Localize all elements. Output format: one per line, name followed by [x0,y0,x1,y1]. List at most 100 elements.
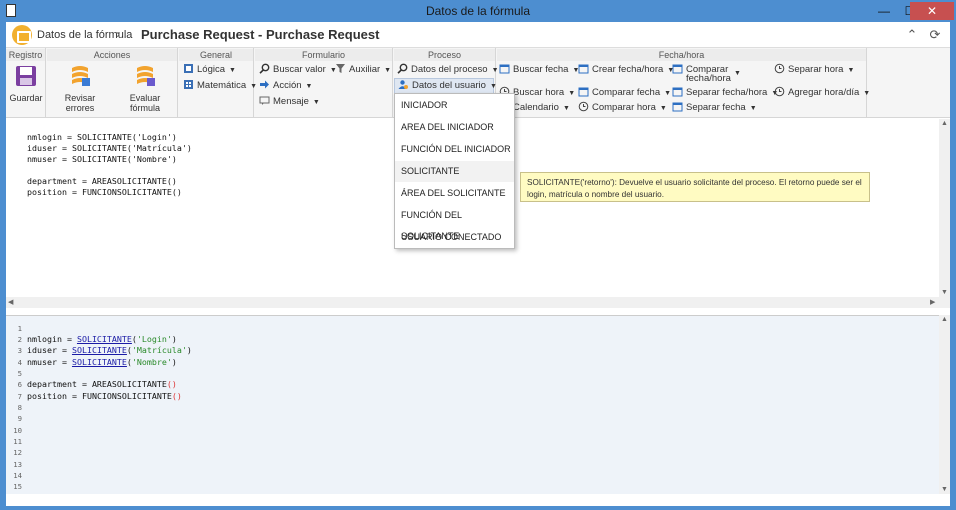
caret-down-icon: ▼ [305,83,313,90]
logic-icon [184,64,193,73]
save-label: Guardar [9,93,43,103]
menu-item-area-iniciador[interactable]: AREA DEL INICIADOR [395,117,514,138]
code-function[interactable]: SOLICITANTE [77,334,132,344]
auxiliar-label: Auxiliar [349,64,381,75]
title-bar: Datos de la fórmula — ☐ ✕ [0,0,956,22]
message-dropdown[interactable]: Mensaje ▼ [259,95,320,109]
menu-item-solicitante[interactable]: SOLICITANTE [395,161,514,182]
filter-icon [336,64,345,73]
group-fechahora: Fecha/hora Buscar fecha ▼ Crear fecha/hor… [497,48,870,118]
save-button[interactable]: Guardar [8,64,44,103]
code-line: nmuser = SOLICITANTE('Nombre') [27,357,177,367]
group-acciones: Acciones Revisar errores Evaluar fórmula [47,48,178,118]
search-value-dropdown[interactable]: Buscar valor ▼ [259,63,337,77]
menu-item-funcion-solicitante[interactable]: FUNCIÓN DEL SOLICITANTE [395,205,514,241]
code-var: iduser = [27,345,72,355]
group-registro: Registro Guardar [6,48,46,118]
line-number: 3 [17,346,22,355]
caret-down-icon: ▼ [847,67,855,74]
user-data-label: Datos del usuario [412,80,486,91]
scroll-up-icon[interactable]: ▲ [941,120,948,127]
calendar-icon [672,102,683,112]
menu-item-iniciador[interactable]: INICIADOR [395,95,514,116]
window-title: Datos de la fórmula [425,4,531,18]
process-data-dropdown[interactable]: Datos del proceso ▼ [397,63,499,77]
code-paren: () [171,391,182,401]
action-label: Acción [273,80,302,91]
line-number: 2 [17,335,22,344]
separate-datetime-label: Separar fecha/hora [686,87,768,98]
code-line: position = FUNCIONSOLICITANTE() [27,391,182,401]
code-paren: ) [171,357,177,367]
caret-down-icon: ▼ [562,105,570,112]
calculator-icon [184,80,193,89]
code-var: nmuser = [27,357,72,367]
scroll-down-icon[interactable]: ▼ [941,289,948,296]
code-function[interactable]: SOLICITANTE [72,357,127,367]
compare-date-dropdown[interactable]: Comparar fecha ▼ [578,86,671,100]
close-button[interactable]: ✕ [910,2,954,20]
separate-datetime-dropdown[interactable]: Separar fecha/hora ▼ [672,86,778,100]
review-errors-button[interactable]: Revisar errores [51,64,109,113]
save-icon [16,66,36,86]
menu-item-usuario-conectado[interactable]: USUARIO CONECTADO [395,227,514,248]
scroll-left-icon[interactable]: ◀ [8,298,13,306]
caret-down-icon: ▼ [664,90,672,97]
vertical-scrollbar[interactable]: ▲ ▼ [939,119,950,297]
evaluate-formula-icon [137,66,155,86]
code-function: FUNCIONSOLICITANTE [81,391,172,401]
scroll-up-icon[interactable]: ▲ [941,316,948,323]
separate-hour-dropdown[interactable]: Separar hora ▼ [774,63,854,77]
code-line: department = AREASOLICITANTE() [27,176,177,186]
code-string: 'Matrícula' [131,345,187,355]
code-var: department = [27,379,92,389]
code-string: 'Nombre' [131,357,172,367]
menu-item-area-solicitante[interactable]: ÁREA DEL SOLICITANTE [395,183,514,204]
compare-hour-dropdown[interactable]: Comparar hora ▼ [578,101,667,115]
menu-item-funcion-iniciador[interactable]: FUNCIÓN DEL INICIADOR [395,139,514,160]
calendar-icon [672,64,683,74]
collapse-icon[interactable]: ⌃ [904,27,920,43]
add-hourday-dropdown[interactable]: Agregar hora/día ▼ [774,86,870,100]
line-number: 12 [13,448,22,457]
compare-date-label: Comparar fecha [592,87,661,98]
auxiliar-dropdown[interactable]: Auxiliar ▼ [335,63,391,77]
code-var: position = [27,391,82,401]
refresh-icon[interactable]: ⟳ [927,27,943,43]
minimize-button[interactable]: — [870,2,898,20]
vertical-scrollbar[interactable]: ▲ ▼ [939,315,950,494]
code-line: nmlogin = SOLICITANTE('Login') [27,132,177,142]
code-function[interactable]: SOLICITANTE [72,345,127,355]
header: Datos de la fórmula › Purchase Request -… [6,22,950,48]
horizontal-scrollbar[interactable]: ◀ ▶ [6,297,950,308]
evaluate-formula-label: Evaluar fórmula [129,93,161,113]
scroll-right-icon[interactable]: ▶ [930,298,935,306]
group-title: Fecha/hora [497,49,866,61]
create-datetime-label: Crear fecha/hora [592,64,664,75]
process-data-label: Datos del proceso [411,64,488,75]
evaluate-formula-button[interactable]: Evaluar fórmula [115,64,175,113]
formula-code-editor[interactable]: 1 2 3 4 5 6 7 8 9 10 11 12 13 14 15 nmlo… [6,315,939,494]
scroll-down-icon[interactable]: ▼ [941,486,948,493]
app-content: Datos de la fórmula › Purchase Request -… [6,22,950,506]
search-date-dropdown[interactable]: Buscar fecha ▼ [499,63,579,77]
page-title: Purchase Request - Purchase Request [141,27,380,42]
math-dropdown[interactable]: Matemática ▼ [183,79,257,93]
create-datetime-dropdown[interactable]: Crear fecha/hora ▼ [578,63,674,77]
code-string: 'Login' [136,334,172,344]
user-data-dropdown[interactable]: Datos del usuario ▼ [394,78,497,94]
formula-logo-icon [12,25,32,45]
code-line: position = FUNCIONSOLICITANTE() [27,187,182,197]
action-dropdown[interactable]: Acción ▼ [259,79,312,93]
group-title: Proceso [394,49,495,61]
line-number: 1 [17,324,22,333]
clock-icon [774,63,785,74]
code-paren: ) [186,345,192,355]
function-tooltip: SOLICITANTE('retorno'): Devuelve el usua… [520,172,870,202]
calendar-icon [578,87,589,97]
logic-dropdown[interactable]: Lógica ▼ [183,63,236,77]
separate-date-dropdown[interactable]: Separar fecha ▼ [672,101,757,115]
message-label: Mensaje [273,96,309,107]
separate-date-label: Separar fecha [686,102,746,113]
code-paren: ) [171,334,177,344]
